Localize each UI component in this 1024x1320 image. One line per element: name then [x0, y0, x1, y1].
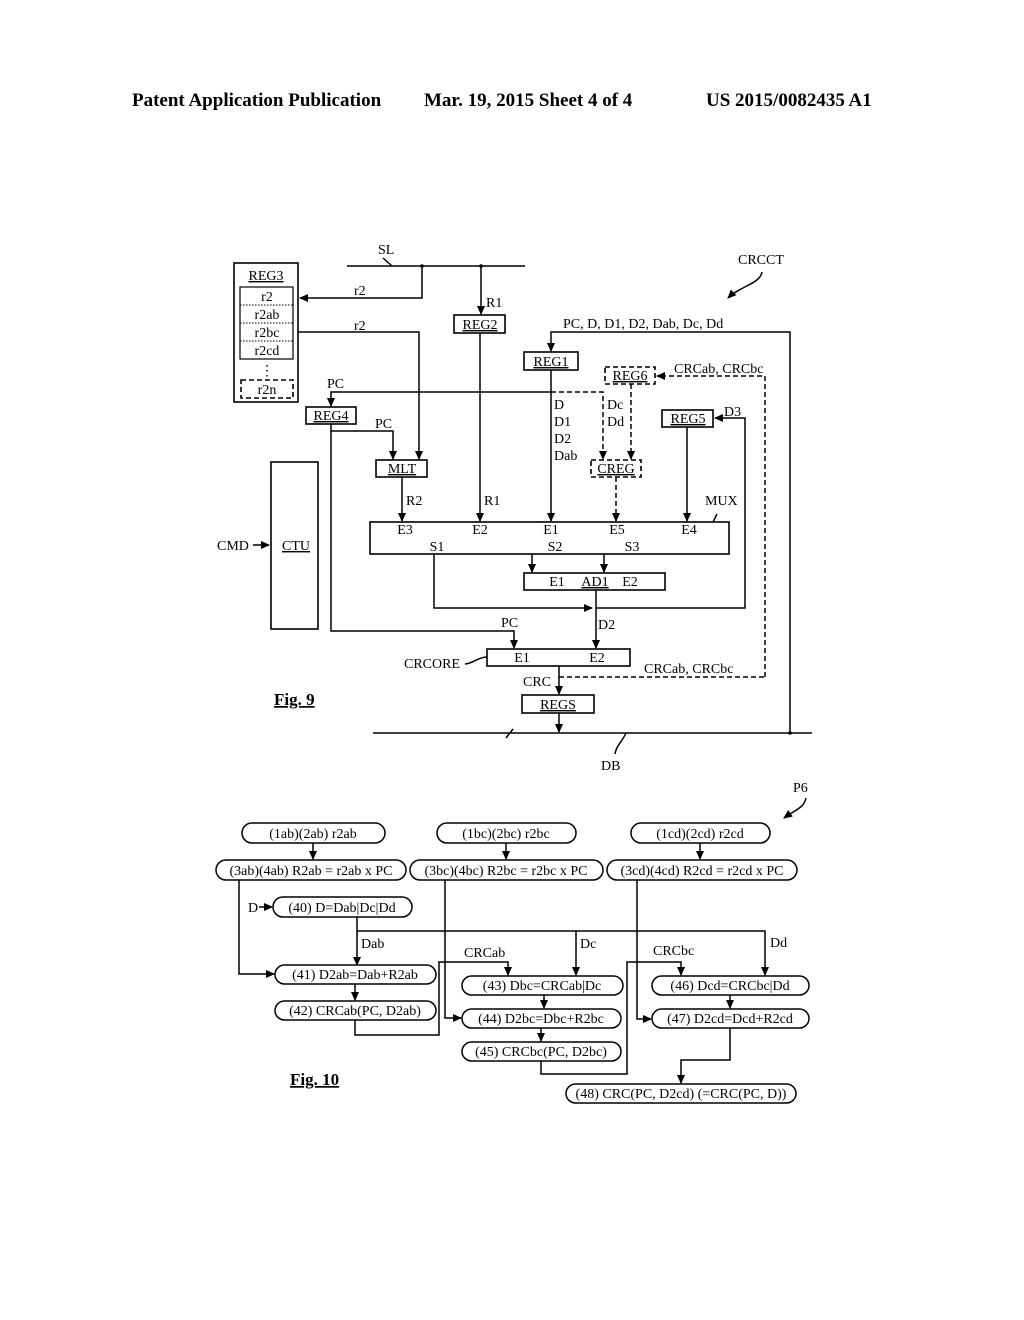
step-1cd-text: (1cd)(2cd) r2cd [656, 827, 743, 842]
step-43-text: (43) Dbc=CRCab|Dc [483, 979, 601, 994]
step-45-text: (45) CRCbc(PC, D2bc) [475, 1045, 607, 1060]
mlt-label: MLT [388, 462, 417, 477]
step-3cd-text: (3cd)(4cd) R2cd = r2cd x PC [620, 864, 783, 879]
mux-in-e4: E4 [681, 523, 697, 538]
reg1-out-d1: D1 [554, 415, 571, 430]
step-3bc-text: (3bc)(4bc) R2bc = r2bc x PC [424, 864, 587, 879]
crcct-label: CRCCT [738, 253, 784, 268]
pc-crcore-label: PC [501, 616, 518, 631]
reg3-slot-r2n: r2n [258, 383, 277, 398]
d-input-label: D [248, 901, 258, 916]
mux-out-s1: S1 [430, 540, 445, 555]
step-40-text: (40) D=Dab|Dc|Dd [288, 901, 395, 916]
db-label: DB [601, 759, 620, 774]
step-42-text: (42) CRCab(PC, D2ab) [289, 1004, 421, 1019]
ctu-label: CTU [282, 539, 310, 554]
d2-label: D2 [598, 618, 615, 633]
reg6-label: REG6 [613, 369, 648, 384]
regs-label: REGS [540, 698, 576, 713]
reg2-label: REG2 [463, 318, 498, 333]
db-leader [614, 732, 627, 755]
reg1-out-d: D [554, 398, 564, 413]
step-48-text: (48) CRC(PC, D2cd) (=CRC(PC, D)) [576, 1087, 787, 1102]
fig10-caption: Fig. 10 [290, 1070, 339, 1089]
ad1-label: AD1 [581, 575, 608, 590]
sl-leader [382, 257, 393, 267]
arrow-r2cd [636, 880, 652, 1023]
reg3-label: REG3 [249, 269, 284, 284]
mux-in-e3: E3 [397, 523, 413, 538]
wire-pc [327, 391, 551, 407]
mux-label: MUX [705, 494, 738, 509]
reg3-slot-r2bc: r2bc [255, 326, 280, 341]
dd-label: Dd [770, 936, 787, 951]
step-3ab-text: (3ab)(4ab) R2ab = r2ab x PC [229, 864, 392, 879]
crc-feedback-label: CRCab, CRCbc [644, 662, 733, 677]
reg1-label: REG1 [534, 355, 569, 370]
cmd-label: CMD [217, 539, 249, 554]
crcore-in-e2: E2 [589, 651, 605, 666]
step-1ab-text: (1ab)(2ab) r2ab [269, 827, 356, 842]
step-41-text: (41) D2ab=Dab+R2ab [292, 968, 418, 983]
wire-r2-out [298, 331, 423, 460]
crcore-label: CRCORE [404, 657, 460, 672]
r1-bottom-label: R1 [484, 494, 500, 509]
crcct-leader [727, 271, 763, 299]
reg4-label: REG4 [314, 409, 349, 424]
figure-canvas: SL CRCCT REG3 r2 r2ab r2bc r2cd ⋮ r2n r2… [215, 243, 812, 1104]
reg3-slot-r2: r2 [261, 290, 273, 305]
reg6-in-label: CRCab, CRCbc [674, 362, 763, 377]
crcore-in-e1: E1 [514, 651, 530, 666]
mux-out-s2: S2 [548, 540, 563, 555]
dab-label: Dab [361, 937, 384, 952]
p6-leader [783, 797, 807, 819]
junction-dot [788, 731, 792, 735]
crcab-label: CRCab [464, 946, 505, 961]
d3-label: D3 [724, 405, 741, 420]
step-47-text: (47) D2cd=Dcd+R2cd [667, 1012, 793, 1027]
ad1-in-e1: E1 [549, 575, 565, 590]
reg3-slot-r2ab: r2ab [255, 308, 280, 323]
fig10-flowchart: P6 (1ab)(2ab) r2ab (1bc)(2bc) r2bc (1cd)… [215, 781, 810, 1104]
r2-in-label: r2 [354, 284, 366, 299]
arrow-r2ab [238, 880, 275, 978]
reg6-out-dc: Dc [607, 398, 623, 413]
r2-out-label: r2 [354, 319, 366, 334]
reg6-out-dd: Dd [607, 415, 624, 430]
arrow-r2bc [444, 880, 462, 1022]
dc-label: Dc [580, 937, 596, 952]
crc-label: CRC [523, 675, 551, 690]
crcore-leader [464, 656, 488, 665]
mux-in-e2: E2 [472, 523, 488, 538]
mux-in-e5: E5 [609, 523, 625, 538]
mux-out-s3: S3 [625, 540, 640, 555]
pc-mlt-label: PC [375, 417, 392, 432]
reg1-out-dab: Dab [554, 449, 577, 464]
step-44-text: (44) D2bc=Dbc+R2bc [478, 1012, 604, 1027]
arrow [677, 1028, 731, 1084]
pc-reg4-label: PC [327, 377, 344, 392]
mux-leader [712, 513, 718, 523]
sl-label: SL [378, 243, 394, 258]
r1-top-label: R1 [486, 296, 502, 311]
p6-label: P6 [793, 781, 808, 796]
reg5-label: REG5 [671, 412, 706, 427]
ad1-in-e2: E2 [622, 575, 638, 590]
reg1-out-d2: D2 [554, 432, 571, 447]
reg1-in-label: PC, D, D1, D2, Dab, Dc, Dd [563, 317, 723, 332]
step-46-text: (46) Dcd=CRCbc|Dd [670, 979, 789, 994]
mux-in-e1: E1 [543, 523, 559, 538]
step-1bc-text: (1bc)(2bc) r2bc [462, 827, 549, 842]
reg3-slot-ellipsis: ⋮ [260, 364, 274, 379]
crcbc-label: CRCbc [653, 944, 694, 959]
reg3-slot-r2cd: r2cd [255, 344, 280, 359]
fig9-diagram: SL CRCCT REG3 r2 r2ab r2bc r2cd ⋮ r2n r2… [217, 243, 812, 774]
fig9-caption: Fig. 9 [274, 690, 315, 709]
r2-out-mux-label: R2 [406, 494, 422, 509]
creg-label: CREG [597, 462, 634, 477]
crcore-box [486, 648, 631, 667]
